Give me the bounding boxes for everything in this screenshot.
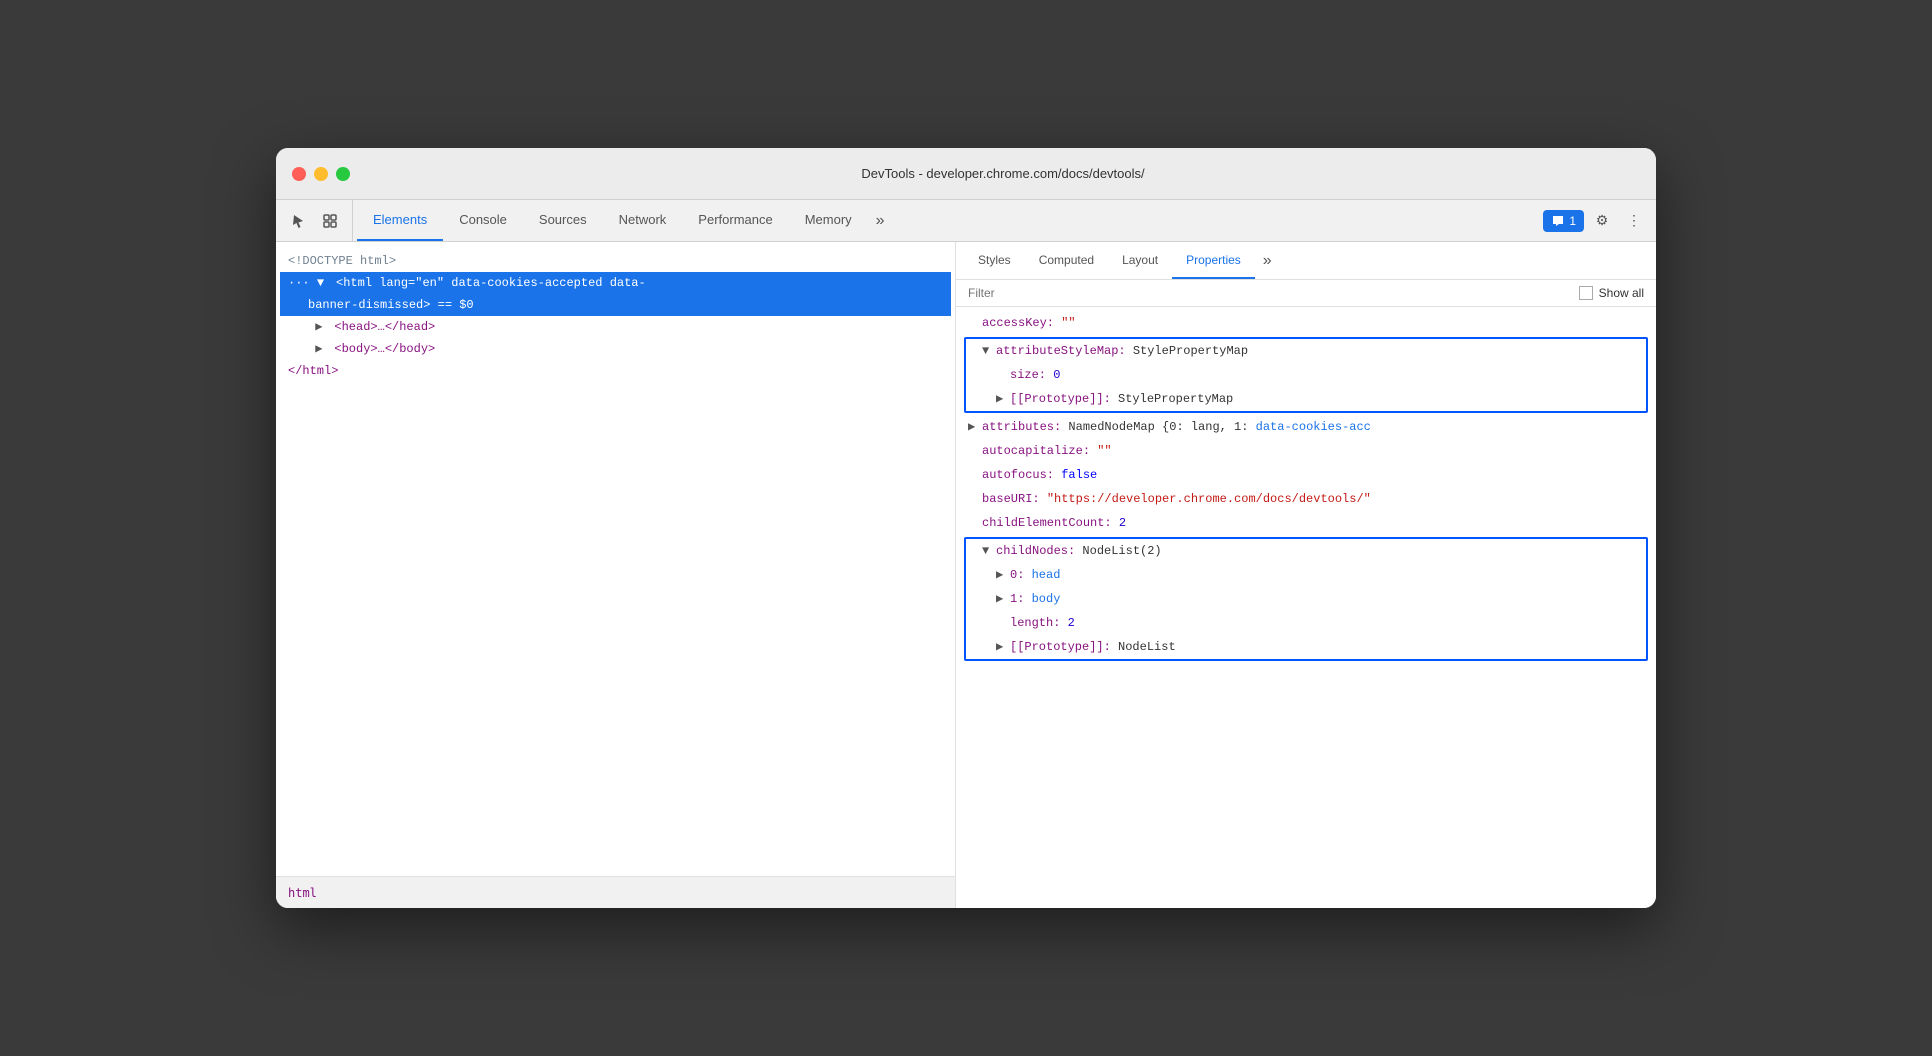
tab-styles[interactable]: Styles	[964, 242, 1025, 279]
tab-network[interactable]: Network	[603, 200, 683, 241]
tab-properties[interactable]: Properties	[1172, 242, 1255, 279]
props-tabbar: Styles Computed Layout Properties »	[956, 242, 1656, 280]
window-title: DevTools - developer.chrome.com/docs/dev…	[366, 166, 1640, 181]
prop-autofocus: autofocus: false	[956, 463, 1656, 487]
highlight-childnodes: ▼ childNodes: NodeList(2) ▶ 0: head ▶ 1:…	[964, 537, 1648, 661]
close-button[interactable]	[292, 167, 306, 181]
minimize-button[interactable]	[314, 167, 328, 181]
prop-baseuri: baseURI: "https://developer.chrome.com/d…	[956, 487, 1656, 511]
prop-autocapitalize: autocapitalize: ""	[956, 439, 1656, 463]
tab-memory[interactable]: Memory	[789, 200, 868, 241]
devtools-tabbar: Elements Console Sources Network Perform…	[276, 200, 1656, 242]
devtools-window: DevTools - developer.chrome.com/docs/dev…	[276, 148, 1656, 908]
tab-computed[interactable]: Computed	[1025, 242, 1108, 279]
right-icons: 1 ⚙ ⋮	[1543, 200, 1648, 241]
html-close-line: </html>	[280, 360, 951, 382]
prop-prototype-nl[interactable]: ▶ [[Prototype]]: NodeList	[966, 635, 1646, 659]
prop-attributes[interactable]: ▶ attributes: NamedNodeMap {0: lang, 1: …	[956, 415, 1656, 439]
cursor-icon[interactable]	[284, 207, 312, 235]
show-all-label: Show all	[1599, 286, 1644, 300]
filter-bar: Show all	[956, 280, 1656, 307]
maximize-button[interactable]	[336, 167, 350, 181]
show-all-checkbox[interactable]	[1579, 286, 1593, 300]
traffic-lights	[292, 167, 350, 181]
prop-accesskey: accessKey: ""	[956, 311, 1656, 335]
html-line-cont[interactable]: banner-dismissed> == $0	[280, 294, 951, 316]
more-tabs-button[interactable]: »	[868, 200, 893, 241]
head-line[interactable]: ▶ <head>…</head>	[280, 316, 951, 338]
html-line[interactable]: ··· ▼ <html lang="en" data-cookies-accep…	[280, 272, 951, 294]
show-all-area: Show all	[1579, 286, 1644, 300]
prop-child-1[interactable]: ▶ 1: body	[966, 587, 1646, 611]
dom-panel: <!DOCTYPE html> ··· ▼ <html lang="en" da…	[276, 242, 956, 908]
devtools-icon-group	[284, 200, 353, 241]
body-line[interactable]: ▶ <body>…</body>	[280, 338, 951, 360]
devtools-body: <!DOCTYPE html> ··· ▼ <html lang="en" da…	[276, 242, 1656, 908]
more-options-button[interactable]: ⋮	[1620, 207, 1648, 235]
dom-breadcrumb: html	[276, 876, 955, 908]
prop-child-0[interactable]: ▶ 0: head	[966, 563, 1646, 587]
tab-layout[interactable]: Layout	[1108, 242, 1172, 279]
titlebar: DevTools - developer.chrome.com/docs/dev…	[276, 148, 1656, 200]
prop-prototype-spm[interactable]: ▶ [[Prototype]]: StylePropertyMap	[966, 387, 1646, 411]
prop-attributestylemap[interactable]: ▼ attributeStyleMap: StylePropertyMap	[966, 339, 1646, 363]
filter-input[interactable]	[968, 286, 1579, 300]
message-badge-button[interactable]: 1	[1543, 210, 1584, 232]
more-props-tabs-button[interactable]: »	[1255, 242, 1280, 279]
tab-console[interactable]: Console	[443, 200, 523, 241]
prop-size: size: 0	[966, 363, 1646, 387]
badge-count: 1	[1569, 214, 1576, 228]
prop-childnodes[interactable]: ▼ childNodes: NodeList(2)	[966, 539, 1646, 563]
highlight-attributestylemap: ▼ attributeStyleMap: StylePropertyMap si…	[964, 337, 1648, 413]
prop-childelementcount: childElementCount: 2	[956, 511, 1656, 535]
doctype-line: <!DOCTYPE html>	[280, 250, 951, 272]
tab-elements[interactable]: Elements	[357, 200, 443, 241]
tab-performance[interactable]: Performance	[682, 200, 788, 241]
prop-length: length: 2	[966, 611, 1646, 635]
tab-sources[interactable]: Sources	[523, 200, 603, 241]
inspect-icon[interactable]	[316, 207, 344, 235]
props-content: accessKey: "" ▼ attributeStyleMap: Style…	[956, 307, 1656, 908]
props-panel: Styles Computed Layout Properties » Sh	[956, 242, 1656, 908]
settings-button[interactable]: ⚙	[1588, 207, 1616, 235]
dom-tree[interactable]: <!DOCTYPE html> ··· ▼ <html lang="en" da…	[276, 242, 955, 876]
